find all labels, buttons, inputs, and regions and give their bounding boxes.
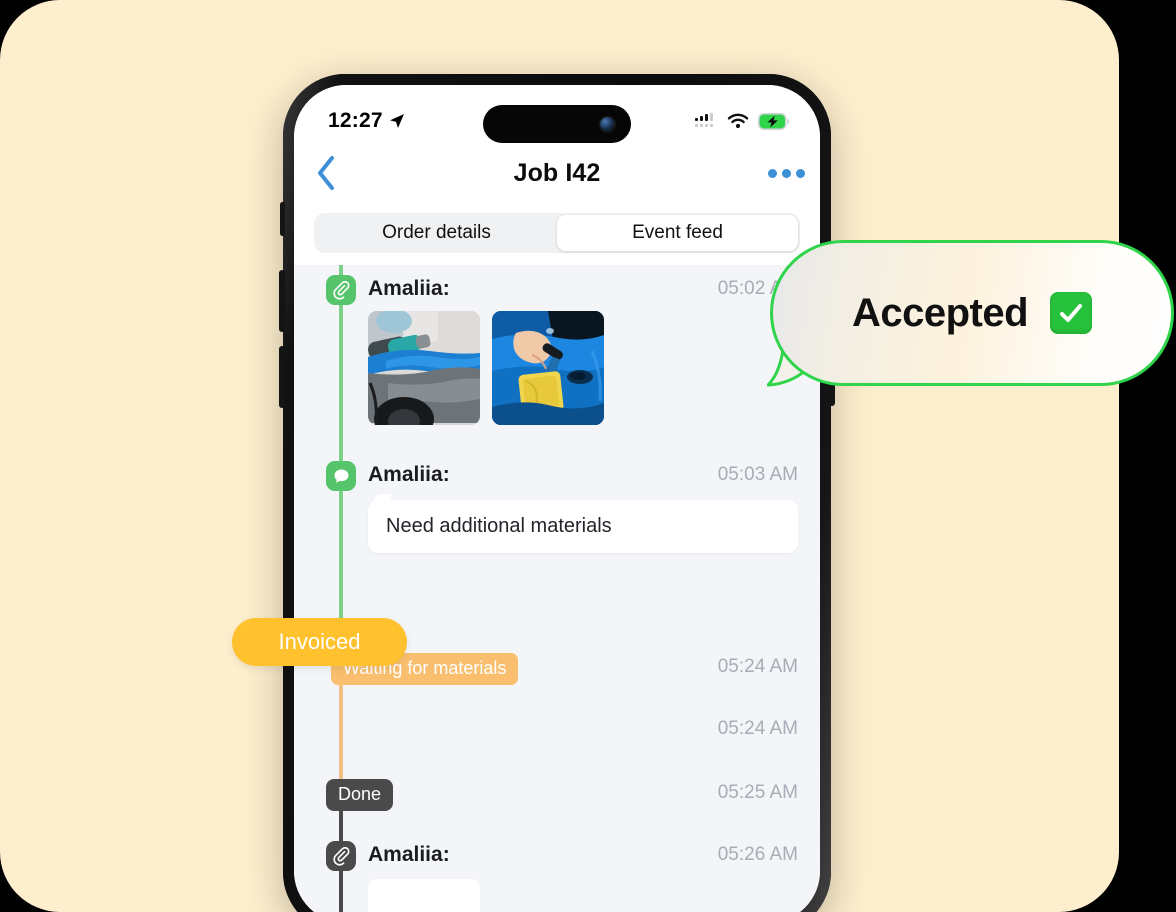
event-author: Amaliia:: [368, 277, 450, 300]
page-title: Job I42: [513, 158, 601, 187]
event-time: 05:24 AM: [717, 718, 798, 739]
tab-label: Order details: [382, 222, 491, 243]
dynamic-island: [483, 105, 631, 143]
status-badge-invoiced[interactable]: Invoiced: [232, 618, 407, 666]
event-header: Amaliia: 05:03 AM: [294, 461, 820, 489]
tab-label: Event feed: [632, 222, 723, 243]
location-arrow-icon: [389, 114, 404, 128]
status-badge-label: Done: [338, 784, 382, 804]
photo-thumbnail[interactable]: [368, 311, 480, 425]
more-dot-icon: [795, 168, 805, 178]
nav-bar: Job I42: [294, 143, 820, 203]
feed-event-status-done[interactable]: Done 05:25 AM: [294, 779, 820, 811]
chat-bubble-icon: [326, 461, 356, 491]
chat-bubble-glyph-icon: [334, 469, 348, 483]
feed-event-message[interactable]: Amaliia: 05:03 AM Need additional materi…: [294, 461, 820, 553]
tab-order-details[interactable]: Order details: [316, 215, 557, 251]
event-feed-list[interactable]: Amaliia: 05:02 AM Amaliia: 05:03 AM Need…: [294, 265, 820, 912]
phone-device: 12:27 Job I42 Order details Event feed A…: [279, 74, 835, 912]
feed-event-status-invoiced[interactable]: 05:24 AM: [294, 715, 820, 745]
phone-screen: 12:27 Job I42 Order details Event feed A…: [294, 85, 820, 912]
pdf-attachment-card[interactable]: PDF: [368, 879, 480, 912]
event-time: 05:25 AM: [717, 782, 798, 803]
accepted-label: Accepted: [851, 290, 1029, 335]
back-button[interactable]: [294, 155, 358, 191]
check-glyph-icon: [1060, 304, 1083, 322]
event-time: 05:24 AM: [717, 656, 798, 677]
message-bubble[interactable]: Need additional materials: [368, 500, 798, 553]
volume-up-button[interactable]: [279, 270, 285, 332]
feed-event-attachment-pdf[interactable]: Amaliia: 05:26 AM PDF: [294, 841, 820, 912]
chevron-left-icon: [318, 156, 334, 190]
more-dot-icon: [781, 168, 791, 178]
clock-label: 12:27: [328, 109, 383, 132]
screenshot-root: 12:27 Job I42 Order details Event feed A…: [0, 0, 1176, 912]
event-header: Amaliia: 05:26 AM: [294, 841, 820, 869]
accepted-callout: Accepted: [767, 240, 1174, 387]
event-header: Amaliia: 05:02 AM: [294, 275, 820, 303]
accepted-callout-body: Accepted: [770, 240, 1174, 386]
silent-switch-button[interactable]: [280, 202, 285, 236]
photo-attachments: [294, 311, 820, 425]
battery-charging-icon: [758, 112, 790, 130]
status-bar-left: 12:27: [328, 109, 405, 133]
front-camera-icon: [600, 116, 615, 132]
feed-event-attachment-photos[interactable]: Amaliia: 05:02 AM: [294, 275, 820, 425]
paperclip-glyph-icon: [332, 280, 350, 300]
tab-event-feed[interactable]: Event feed: [557, 215, 798, 251]
event-author: Amaliia:: [368, 843, 450, 866]
more-options-button[interactable]: [756, 168, 820, 178]
volume-down-button[interactable]: [279, 346, 285, 408]
photo-thumbnail[interactable]: [492, 311, 604, 425]
status-badge-label: Invoiced: [278, 629, 361, 654]
paperclip-icon: [326, 275, 356, 305]
event-time: 05:03 AM: [717, 464, 798, 485]
white-check-mark-icon: [1050, 292, 1093, 334]
status-bar-right: [695, 112, 790, 130]
car-wrap-heatgun-photo: [368, 311, 480, 425]
segmented-control: Order details Event feed: [314, 213, 800, 253]
status-badge-done[interactable]: Done: [326, 779, 394, 811]
car-wrap-squeegee-photo: [492, 311, 604, 425]
event-author: Amaliia:: [368, 463, 450, 486]
paperclip-icon: [326, 841, 356, 871]
message-text: Need additional materials: [386, 515, 612, 537]
event-time: 05:26 AM: [717, 844, 798, 865]
paperclip-glyph-icon: [332, 846, 350, 866]
wifi-icon: [727, 113, 749, 129]
tabs-container: Order details Event feed: [294, 203, 820, 265]
more-dot-icon: [767, 168, 777, 178]
cellular-signal-icon: [695, 112, 713, 127]
